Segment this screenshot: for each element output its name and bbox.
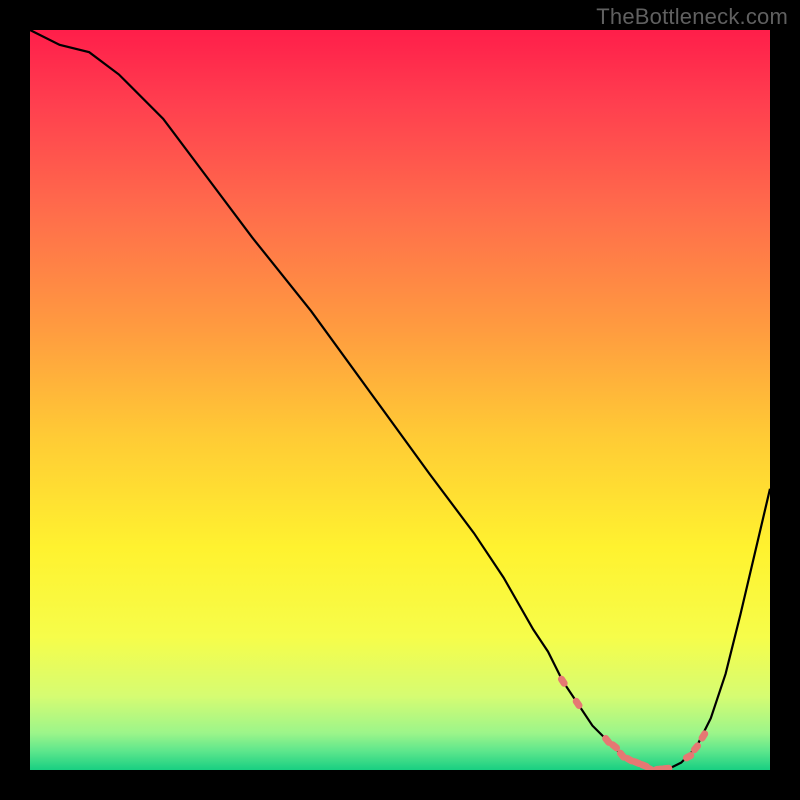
plot-svg [30, 30, 770, 770]
chart-container: TheBottleneck.com [0, 0, 800, 800]
plot-area [30, 30, 770, 770]
plot-background [30, 30, 770, 770]
watermark-text: TheBottleneck.com [596, 4, 788, 30]
